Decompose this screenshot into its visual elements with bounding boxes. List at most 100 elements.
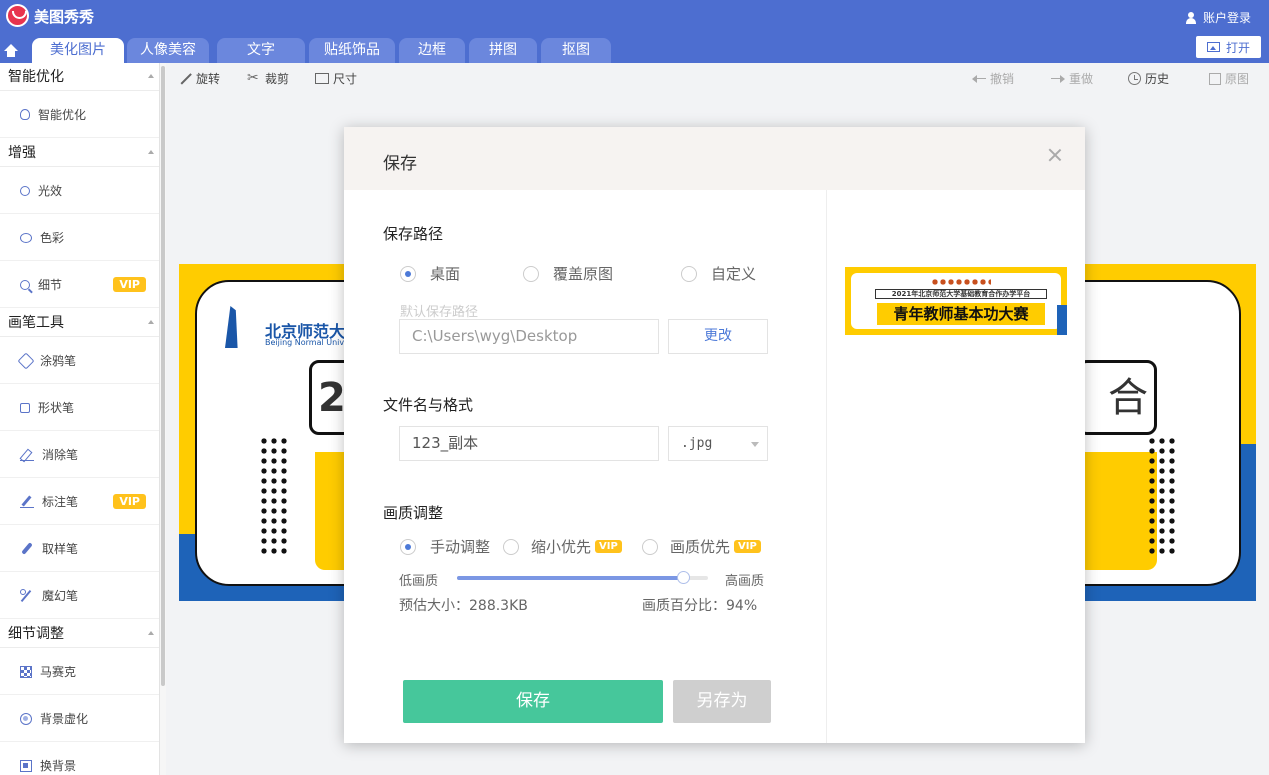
quality-section-title: 画质调整 [383,504,444,522]
sidebar-section-enhance[interactable]: 增强 [0,139,159,167]
collapse-caret-icon [148,631,154,635]
radio-desktop[interactable]: 桌面 [400,263,460,284]
radio-checked-icon [400,538,416,555]
app-logo-icon [6,4,29,27]
rotate-button[interactable]: 旋转 [178,70,220,87]
university-logo-icon [225,306,238,348]
redo-button[interactable]: 重做 [1051,70,1093,87]
tab-beautify[interactable]: 美化图片 [32,38,124,63]
sidebar-item-change-bg[interactable]: 换背景 [0,743,159,775]
sidebar-item-label: 取样笔 [42,542,79,556]
sidebar-item-label: 标注笔 [42,495,79,509]
sidebar-item-magic-pen[interactable]: 魔幻笔 [0,573,159,619]
radio-label: 手动调整 [430,538,491,556]
radio-custom[interactable]: 自定义 [681,263,756,284]
dialog-title: 保存 [383,154,417,174]
save-path-title: 保存路径 [383,225,444,243]
rotate-icon [178,73,192,85]
sidebar-item-label: 智能优化 [38,108,87,122]
sidebar-item-detail[interactable]: 细节 VIP [0,262,159,308]
sidebar-item-label: 消除笔 [42,448,79,462]
history-label: 历史 [1145,72,1170,86]
sidebar: 智能优化 智能优化 增强 光效 色彩 细节 VIP 画笔工具 涂鸦笔 形状笔 消… [0,63,160,775]
radio-quality-priority[interactable]: 画质优先 VIP [642,536,761,557]
pen-icon [20,496,34,508]
file-section-title: 文件名与格式 [383,396,474,414]
dialog-header: 保存 [344,127,1085,190]
redo-label: 重做 [1069,72,1094,86]
sun-icon [20,185,30,196]
sidebar-item-light[interactable]: 光效 [0,168,159,214]
undo-button[interactable]: 撤销 [972,70,1014,87]
sidebar-section-smart[interactable]: 智能优化 [0,63,159,91]
preview-dot-pattern [931,278,991,286]
section-title: 细节调整 [8,626,64,642]
format-select[interactable]: .jpg [668,426,768,461]
tab-cutout[interactable]: 抠图 [541,38,611,63]
tab-text[interactable]: 文字 [217,38,305,63]
radio-label: 自定义 [711,265,757,283]
vip-badge: VIP [113,494,146,509]
home-icon[interactable] [4,44,18,58]
save-as-button[interactable]: 另存为 [673,680,771,723]
scissors-icon [247,70,261,86]
sidebar-item-color[interactable]: 色彩 [0,215,159,261]
history-button[interactable]: 历史 [1128,70,1169,87]
palette-icon [20,232,32,243]
undo-label: 撤销 [990,72,1015,86]
sidebar-item-shape-pen[interactable]: 形状笔 [0,385,159,431]
original-image-icon [1209,72,1221,85]
blur-icon [20,712,32,725]
size-button[interactable]: 尺寸 [315,70,357,87]
quality-slider[interactable] [457,571,708,584]
original-button[interactable]: 原图 [1209,70,1249,87]
save-button[interactable]: 保存 [403,680,663,723]
tab-collage[interactable]: 拼图 [469,38,537,63]
main-tab-bar: 美化图片 人像美容 文字 贴纸饰品 边框 拼图 抠图 打开 [0,34,1269,63]
sidebar-item-mosaic[interactable]: 马赛克 [0,649,159,695]
sidebar-item-label: 涂鸦笔 [40,354,77,368]
radio-size-priority[interactable]: 缩小优先 VIP [503,536,622,557]
sidebar-item-eraser-pen[interactable]: 消除笔 [0,432,159,478]
sidebar-section-detail-adjust[interactable]: 细节调整 [0,620,159,648]
sidebar-item-label: 背景虚化 [40,712,89,726]
sidebar-item-smart-optimize[interactable]: 智能优化 [0,92,159,138]
format-value: .jpg [681,436,713,451]
crop-label: 裁剪 [265,72,290,86]
radio-manual[interactable]: 手动调整 [400,536,490,557]
canvas-yellow-block [1077,452,1157,570]
tab-frames[interactable]: 边框 [399,38,465,63]
collapse-caret-icon [148,320,154,324]
account-login-label: 账户登录 [1202,11,1251,25]
filename-input[interactable]: 123_副本 [399,426,659,461]
vip-badge: VIP [734,540,761,553]
sidebar-scroll-thumb[interactable] [161,66,165,686]
collapse-caret-icon [148,150,154,154]
save-path-field[interactable]: C:\Users\wyg\Desktop [399,319,659,354]
image-preview: 2021年北京师范大学基础教育合作办学平台 青年教师基本功大赛 [845,267,1067,335]
sidebar-item-doodle-pen[interactable]: 涂鸦笔 [0,338,159,384]
dropper-icon [20,542,34,556]
radio-unchecked-icon [642,538,658,555]
sidebar-item-bg-blur[interactable]: 背景虚化 [0,696,159,742]
canvas-dot-pattern [1147,436,1177,556]
close-icon[interactable] [1047,147,1063,163]
open-button[interactable]: 打开 [1196,36,1261,58]
tab-stickers[interactable]: 贴纸饰品 [309,38,395,63]
change-path-button[interactable]: 更改 [668,319,768,354]
preview-panel: 2021年北京师范大学基础教育合作办学平台 青年教师基本功大赛 [851,273,1061,329]
sidebar-item-mark-pen[interactable]: 标注笔 VIP [0,479,159,525]
canvas-dot-pattern [259,436,289,556]
tab-portrait[interactable]: 人像美容 [127,38,209,63]
account-login-button[interactable]: 账户登录 [1185,9,1251,26]
radio-overwrite[interactable]: 覆盖原图 [523,263,613,284]
crop-button[interactable]: 裁剪 [247,70,289,87]
slider-handle[interactable] [676,571,690,584]
chevron-down-icon [751,442,759,447]
quality-percentage: 画质百分比：94% [642,598,758,614]
radio-label: 缩小优先 [531,538,592,556]
default-path-hint: 默认保存路径 [400,305,479,320]
sidebar-section-brush[interactable]: 画笔工具 [0,309,159,337]
background-icon [20,759,32,772]
sidebar-item-sample-pen[interactable]: 取样笔 [0,526,159,572]
